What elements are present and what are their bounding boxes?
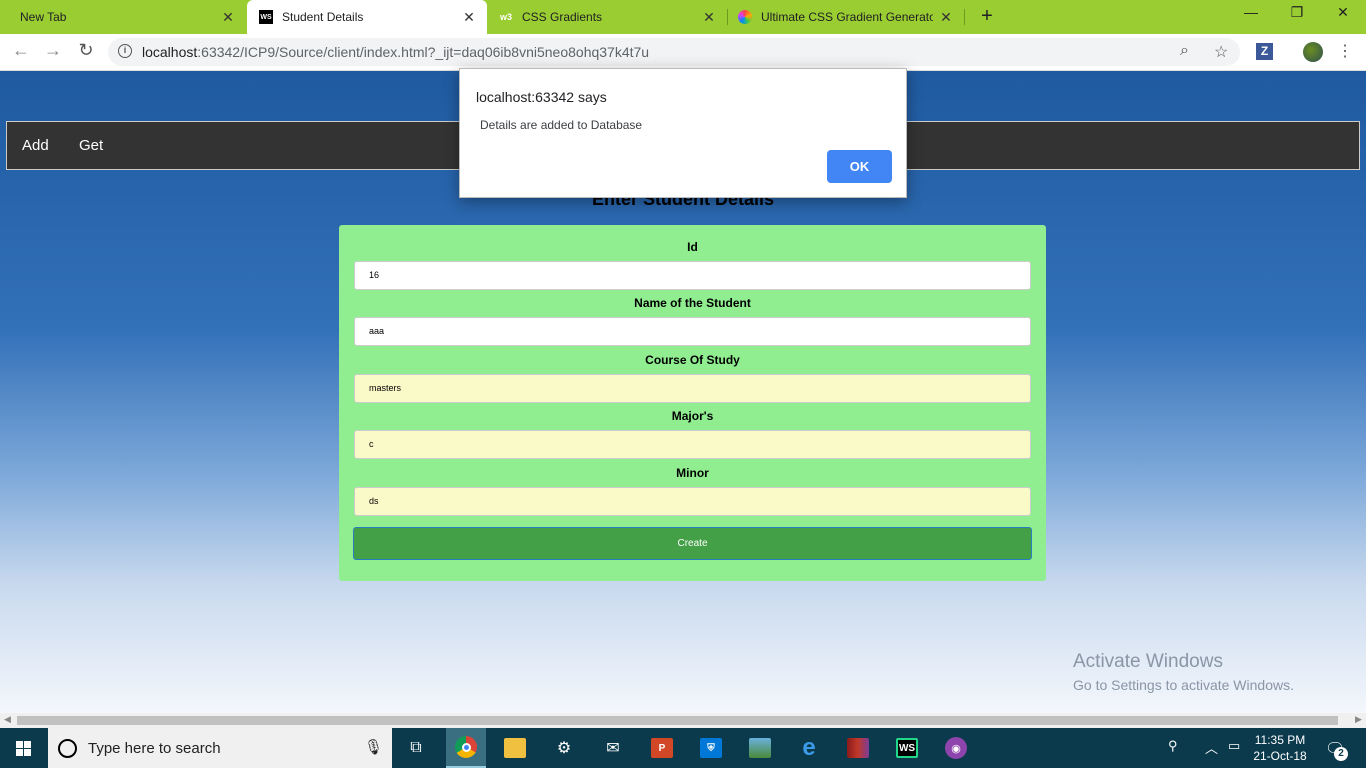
photo-shape — [749, 738, 771, 758]
webstorm-taskbar-icon[interactable]: WS — [887, 733, 927, 763]
app-purple-icon[interactable]: ◉ — [936, 733, 976, 763]
w3schools-icon: w3 — [499, 12, 512, 22]
taskbar-search[interactable]: Type here to search 🎙 — [48, 728, 392, 768]
tab-close-icon[interactable]: ✕ — [220, 9, 236, 25]
major-input[interactable]: c — [354, 430, 1031, 459]
id-label: Id — [687, 240, 698, 254]
restore-button[interactable]: ❐ — [1274, 4, 1320, 21]
tab-gradient-generator[interactable]: Ultimate CSS Gradient Generator ✕ — [728, 0, 964, 34]
settings-gear-icon[interactable]: ⚙ — [544, 733, 584, 763]
purple-app-shape: ◉ — [945, 737, 967, 759]
scrollbar-thumb[interactable] — [17, 716, 1338, 725]
windows-logo-icon — [16, 741, 32, 756]
powerpoint-icon[interactable]: P — [642, 733, 682, 763]
file-explorer-icon[interactable] — [495, 733, 535, 763]
star-icon[interactable]: ☆ — [1214, 42, 1228, 62]
alert-dialog: localhost:63342 says Details are added t… — [459, 68, 907, 198]
menu-kebab-icon[interactable]: ⋮ — [1337, 41, 1353, 61]
tab-student-details[interactable]: WS Student Details ✕ — [247, 0, 487, 34]
activate-windows-watermark: Activate Windows Go to Settings to activ… — [1073, 651, 1294, 693]
url-path: :63342/ICP9/Source/client/index.html?_ij… — [197, 44, 650, 60]
extension-icon[interactable]: Z — [1256, 43, 1273, 60]
url-host: localhost — [142, 44, 198, 60]
tab-title: CSS Gradients — [522, 10, 603, 24]
people-icon[interactable]: ⚲ — [1168, 738, 1178, 754]
task-view-icon[interactable]: ⧉ — [396, 733, 436, 763]
gradient-icon — [738, 10, 752, 24]
dialog-message: Details are added to Database — [480, 118, 643, 132]
reload-icon[interactable]: ↻ — [74, 40, 98, 61]
clock-date: 21-Oct-18 — [1253, 749, 1307, 763]
watermark-line1: Activate Windows — [1073, 651, 1223, 672]
clock-time: 11:35 PM — [1254, 733, 1306, 747]
new-tab-button[interactable]: + — [976, 5, 998, 28]
ok-button[interactable]: OK — [827, 150, 892, 183]
tab-title: Student Details — [282, 10, 364, 24]
microphone-icon[interactable]: 🎙 — [364, 738, 383, 756]
course-input[interactable]: masters — [354, 374, 1031, 403]
notification-badge: 2 — [1334, 747, 1348, 761]
window-close-button[interactable]: ✕ — [1320, 4, 1366, 21]
webstorm-icon: WS — [259, 10, 273, 24]
minimize-button[interactable]: — — [1228, 4, 1274, 20]
browser-tabstrip: New Tab ✕ WS Student Details ✕ w3 CSS Gr… — [0, 0, 1366, 34]
name-label: Name of the Student — [634, 296, 751, 310]
address-bar[interactable]: i localhost:63342/ICP9/Source/client/ind… — [108, 38, 1240, 66]
archive-shape — [847, 738, 869, 758]
start-button[interactable] — [0, 728, 48, 768]
tab-title: New Tab — [20, 10, 67, 24]
create-button[interactable]: Create — [353, 527, 1032, 560]
winrar-icon[interactable] — [838, 733, 878, 763]
cortana-icon — [58, 739, 77, 758]
course-label: Course Of Study — [645, 353, 740, 367]
tab-separator — [964, 9, 965, 25]
photos-icon[interactable] — [740, 733, 780, 763]
defender-icon[interactable]: ⛨ — [691, 733, 731, 763]
scroll-right-icon[interactable]: ▶ — [1355, 714, 1362, 725]
notification-icon[interactable]: 🗨2 — [1325, 739, 1348, 761]
id-input[interactable]: 16 — [354, 261, 1031, 290]
profile-avatar[interactable] — [1303, 42, 1323, 62]
edge-glyph: e — [802, 734, 816, 761]
tab-css-gradients[interactable]: w3 CSS Gradients ✕ — [487, 0, 727, 34]
browser-toolbar: ← → ↻ i localhost:63342/ICP9/Source/clie… — [0, 34, 1366, 71]
nav-get-link[interactable]: Get — [79, 137, 103, 154]
url-text[interactable]: localhost:63342/ICP9/Source/client/index… — [142, 44, 649, 60]
name-input[interactable]: aaa — [354, 317, 1031, 346]
tab-close-icon[interactable]: ✕ — [938, 9, 954, 25]
tab-new-tab[interactable]: New Tab ✕ — [0, 0, 246, 34]
shield-shape: ⛨ — [700, 738, 722, 758]
tab-close-icon[interactable]: ✕ — [461, 9, 477, 25]
powerpoint-shape: P — [651, 738, 673, 758]
dialog-title: localhost:63342 says — [476, 89, 607, 105]
search-placeholder: Type here to search — [88, 740, 221, 757]
student-form: Id 16 Name of the Student aaa Course Of … — [339, 225, 1046, 581]
chrome-icon[interactable] — [446, 728, 486, 768]
folder-shape — [504, 738, 526, 758]
show-hidden-icons-chevron-icon[interactable]: ︿ — [1205, 738, 1218, 757]
zoom-icon[interactable]: ⌕ — [1180, 42, 1189, 60]
tab-close-icon[interactable]: ✕ — [701, 9, 717, 25]
chrome-logo — [455, 736, 477, 758]
minor-input[interactable]: ds — [354, 487, 1031, 516]
edge-icon[interactable]: e — [789, 733, 829, 763]
info-icon[interactable]: i — [118, 44, 132, 58]
taskbar-clock[interactable]: 11:35 PM 21-Oct-18 — [1252, 732, 1308, 764]
webstorm-shape: WS — [896, 738, 918, 758]
minor-label: Minor — [676, 466, 709, 480]
major-label: Major's — [671, 409, 714, 423]
tab-title: Ultimate CSS Gradient Generator — [761, 10, 933, 24]
watermark-line2: Go to Settings to activate Windows. — [1073, 677, 1294, 693]
scroll-left-icon[interactable]: ◀ — [4, 714, 11, 725]
network-battery-icon[interactable]: ▭ — [1228, 738, 1240, 754]
nav-add-link[interactable]: Add — [22, 137, 49, 154]
forward-arrow-icon[interactable]: → — [41, 40, 65, 61]
horizontal-scrollbar[interactable]: ◀ ▶ — [0, 713, 1366, 728]
mail-icon[interactable]: ✉ — [593, 733, 633, 763]
back-arrow-icon[interactable]: ← — [9, 40, 33, 61]
windows-taskbar: Type here to search 🎙 ⧉ ⚙ ✉ P ⛨ e WS ◉ ⚲… — [0, 728, 1366, 768]
